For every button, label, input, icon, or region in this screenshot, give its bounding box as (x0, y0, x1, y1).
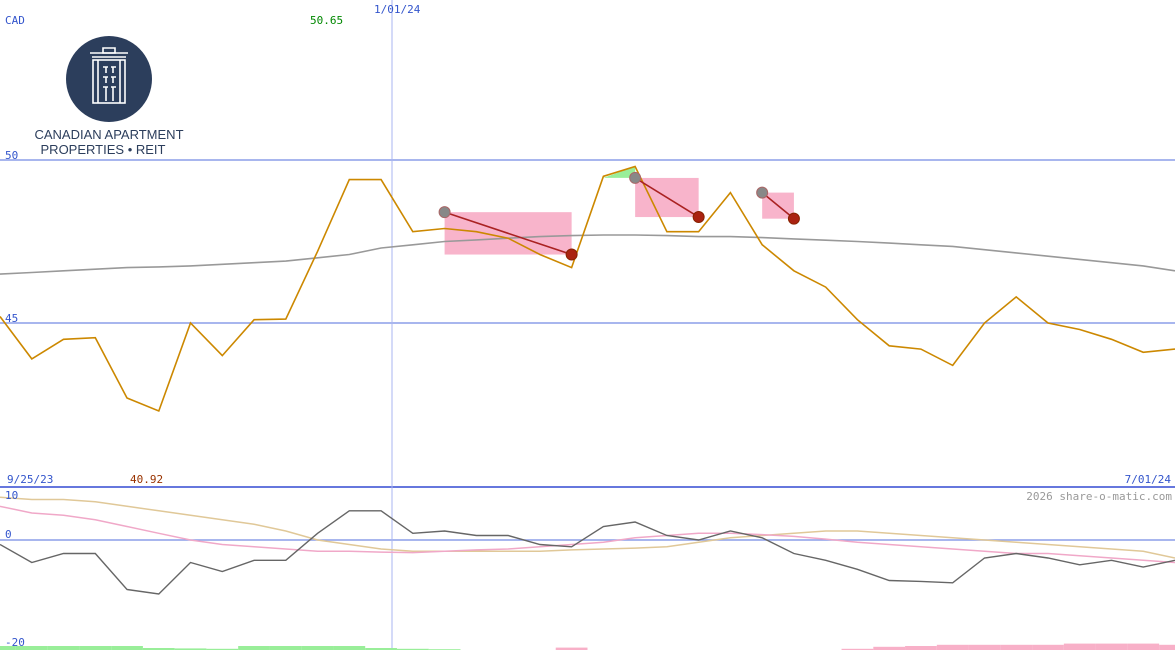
end-date-label: 7/01/24 (1125, 473, 1172, 486)
building-columns-icon (66, 36, 152, 122)
exit-marker (787, 212, 800, 225)
osc-bar (333, 646, 366, 650)
osc-bar (79, 646, 112, 650)
osc-bar (1159, 644, 1175, 650)
year-marker-label: 1/01/24 (374, 3, 421, 16)
osc-tick-0: 0 (5, 528, 12, 541)
low-price-label: 40.92 (130, 473, 163, 486)
logo-line-1: CANADIAN APARTMENT (34, 127, 183, 142)
osc-bar (1000, 644, 1033, 650)
y-tick-50: 50 (5, 149, 18, 162)
osc-bar (301, 646, 334, 650)
exit-marker (692, 211, 705, 224)
osc-tick-minus-20: -20 (5, 636, 25, 649)
osc-bar (1063, 643, 1096, 650)
osc-bar (47, 646, 80, 650)
y-tick-45: 45 (5, 312, 18, 325)
osc-bar (936, 644, 969, 650)
exit-marker (565, 248, 578, 261)
osc-bar (269, 646, 302, 650)
currency-label: CAD (5, 14, 25, 27)
osc-bar (238, 646, 270, 650)
osc-tick-10: 10 (5, 489, 18, 502)
copyright-label: 2026 share-o-matic.com (1026, 490, 1172, 503)
entry-marker (438, 206, 451, 219)
logo-line-2: PROPERTIES • REIT (41, 142, 166, 157)
high-price-label: 50.65 (310, 14, 343, 27)
osc-bar (1032, 644, 1064, 650)
start-date-label: 9/25/23 (7, 473, 53, 486)
share-chart: CANADIAN APARTMENT PROPERTIES • REIT CAD… (0, 0, 1175, 650)
osc-bar (111, 646, 143, 650)
osc-bar (905, 646, 937, 650)
osc-bar (968, 644, 1001, 650)
entry-marker (629, 171, 642, 184)
osc-bar (1095, 643, 1128, 650)
osc-bar (1127, 643, 1160, 650)
entry-marker (756, 186, 769, 199)
